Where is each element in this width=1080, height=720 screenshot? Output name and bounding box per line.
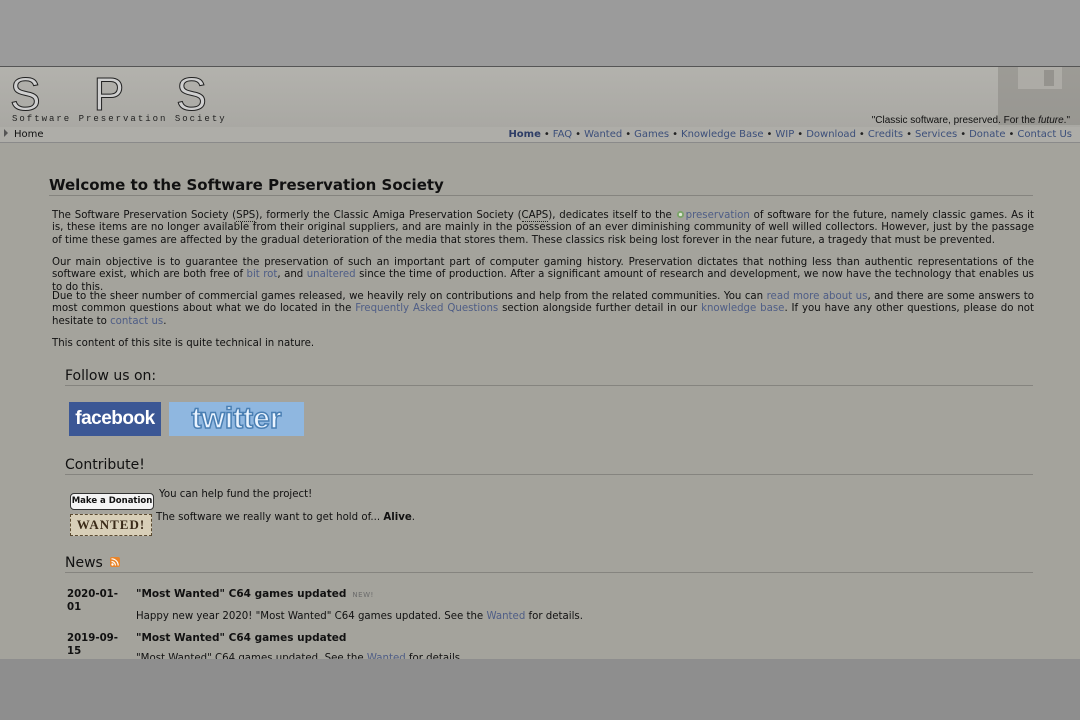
nav-knowledge-base[interactable]: Knowledge Base (681, 129, 764, 140)
donate-button[interactable]: Make a Donation (70, 493, 154, 510)
nav-services[interactable]: Services (915, 129, 957, 140)
nav-download[interactable]: Download (806, 129, 856, 140)
twitter-button[interactable]: twitter (169, 401, 304, 436)
contributions-paragraph: Due to the sheer number of commercial ga… (52, 291, 1035, 327)
main-nav: Home • FAQ • Wanted • Games • Knowledge Base • WIP… (508, 129, 1072, 140)
page-title: Welcome to the Software Preservation Soc… (49, 176, 1033, 196)
wanted-poster-button[interactable]: WANTED! (70, 514, 152, 536)
follow-heading: Follow us on: (65, 368, 1033, 386)
breadcrumb: Home (4, 127, 44, 142)
news-heading: News (65, 555, 1033, 573)
rss-feed-icon[interactable] (110, 557, 120, 567)
link-preservation[interactable]: preservation (686, 210, 750, 221)
nav-wip[interactable]: WIP (775, 129, 794, 140)
facebook-button[interactable]: facebook (69, 402, 161, 436)
news-title: "Most Wanted" C64 games updated (136, 632, 347, 644)
main-content: Welcome to the Software Preservation Soc… (0, 143, 1080, 660)
site-logo[interactable]: S P S (10, 71, 227, 118)
link-wanted[interactable]: Wanted (486, 611, 525, 622)
navigation-bar: Home Home • FAQ • Wanted • Games • Knowledge Bas… (0, 127, 1080, 143)
breadcrumb-arrow-icon (4, 129, 8, 137)
intro-paragraph: The Software Preservation Society (SPS),… (52, 210, 1034, 246)
breadcrumb-home[interactable]: Home (14, 129, 44, 140)
objective-paragraph: Our main objective is to guarantee the p… (52, 257, 1034, 293)
logo-subtitle: Software Preservation Society (12, 114, 227, 124)
nav-games[interactable]: Games (634, 129, 669, 140)
nav-donate[interactable]: Donate (969, 129, 1005, 140)
site-tagline: "Classic software, preserved. For the fu… (871, 115, 1070, 126)
new-badge: NEW! (352, 591, 374, 599)
nav-contact-us[interactable]: Contact Us (1017, 129, 1072, 140)
technical-note: This content of this site is quite techn… (52, 338, 315, 349)
wanted-description: The software we really want to get hold … (156, 512, 416, 523)
preservation-link-icon (676, 210, 684, 219)
link-faq[interactable]: Frequently Asked Questions (355, 303, 498, 314)
nav-faq[interactable]: FAQ (553, 129, 572, 140)
link-bit-rot[interactable]: bit rot (246, 269, 277, 280)
contribute-heading: Contribute! (65, 457, 1033, 475)
nav-credits[interactable]: Credits (868, 129, 903, 140)
browser-top-band (0, 0, 1080, 66)
nav-home[interactable]: Home (508, 129, 540, 140)
browser-bottom-band (0, 659, 1080, 720)
news-date: 2020-01- 01 (67, 589, 118, 613)
news-title: "Most Wanted" C64 games updated NEW! (136, 588, 374, 600)
abbr-caps: CAPS (521, 210, 549, 222)
donate-description: You can help fund the project! (159, 489, 313, 500)
news-date: 2019-09- 15 (67, 633, 118, 657)
abbr-sps: SPS (236, 210, 256, 222)
link-read-more-about-us[interactable]: read more about us (767, 291, 868, 302)
link-knowledge-base[interactable]: knowledge base (701, 303, 784, 314)
site-header: S P S Software Preservation Society "Cla… (0, 66, 1080, 128)
link-unaltered[interactable]: unaltered (307, 269, 356, 280)
nav-wanted[interactable]: Wanted (584, 129, 622, 140)
link-contact-us[interactable]: contact us (110, 316, 163, 327)
news-body: Happy new year 2020! "Most Wanted" C64 g… (136, 611, 583, 622)
